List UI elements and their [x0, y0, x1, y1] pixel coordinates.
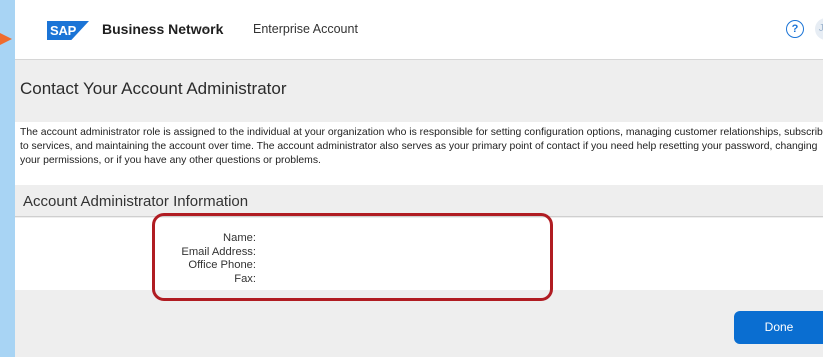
- top-navigation-bar: SAP Business Network ⌄ Enterprise Accoun…: [15, 0, 823, 60]
- page-title: Contact Your Account Administrator: [20, 79, 287, 98]
- description-text: The account administrator role is assign…: [20, 127, 823, 166]
- done-button[interactable]: Done: [734, 311, 823, 344]
- chevron-down-icon[interactable]: ⌄: [201, 20, 210, 33]
- app-window: SAP Business Network ⌄ Enterprise Accoun…: [15, 0, 823, 357]
- pointer-arrow-icon: [0, 33, 12, 45]
- description-panel: The account administrator role is assign…: [15, 122, 823, 185]
- account-type-label: Enterprise Account: [253, 22, 358, 36]
- help-icon[interactable]: ?: [786, 20, 804, 38]
- section-title: Account Administrator Information: [23, 193, 249, 210]
- sap-logo[interactable]: SAP: [47, 21, 89, 40]
- user-avatar[interactable]: JW: [815, 18, 823, 40]
- highlight-annotation-box: [152, 213, 553, 301]
